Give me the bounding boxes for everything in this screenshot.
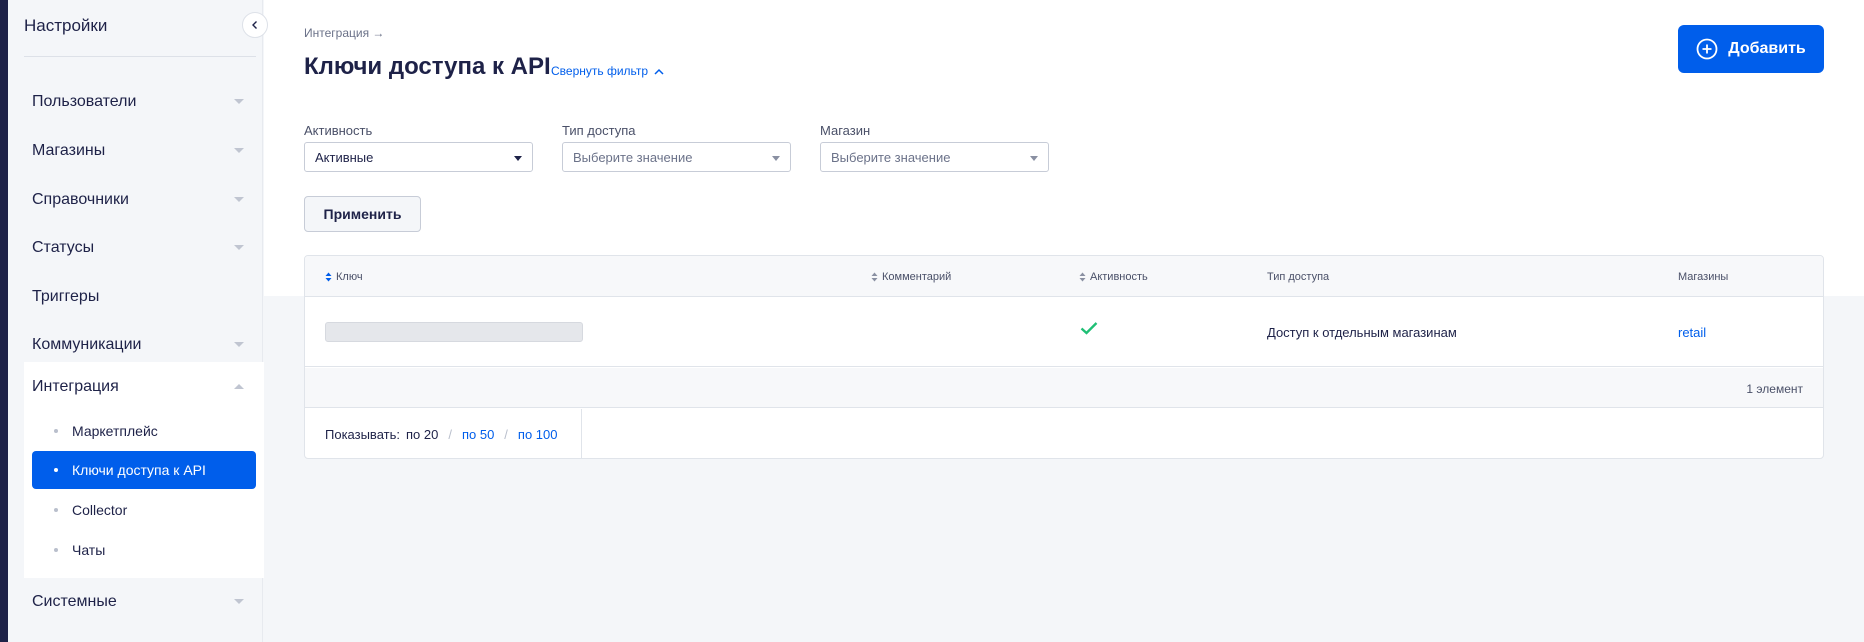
filter-access-type-label: Тип доступа — [562, 123, 636, 138]
sidebar-item-label: Статусы — [32, 239, 95, 256]
sidebar-item-label: Интеграция — [32, 378, 119, 395]
app-left-strip — [0, 0, 8, 642]
sidebar-item-directories[interactable]: Справочники — [24, 180, 256, 220]
filter-store-select[interactable]: Выберите значение — [820, 142, 1049, 172]
sidebar-item-communications[interactable]: Коммуникации — [24, 325, 256, 365]
add-button-label: Добавить — [1728, 40, 1806, 57]
sidebar-subitem-collector[interactable]: Collector — [32, 491, 256, 529]
chevron-down-icon — [234, 599, 244, 604]
sidebar-item-users[interactable]: Пользователи — [24, 82, 256, 122]
dropdown-arrow-icon — [514, 156, 522, 161]
sidebar-item-system[interactable]: Системные — [24, 582, 256, 622]
sidebar-item-label: Пользователи — [32, 93, 137, 110]
page-size-selector: Показывать: по 20 / по 50 / по 100 — [305, 409, 582, 458]
checkmark-icon — [1080, 322, 1098, 335]
column-header-stores: Магазины — [1678, 271, 1729, 283]
table-row[interactable]: Доступ к отдельным магазинам retail — [305, 297, 1823, 367]
api-keys-table: Ключ Комментарий Активность Тип доступа … — [304, 255, 1824, 459]
sidebar-item-label: Магазины — [32, 142, 106, 159]
chevron-down-icon — [234, 197, 244, 202]
sidebar-item-label: Справочники — [32, 191, 129, 208]
sidebar-subitem-label: Маркетплейс — [72, 423, 158, 439]
separator: / — [504, 427, 508, 442]
dropdown-arrow-icon — [772, 156, 780, 161]
chevron-left-icon — [252, 21, 257, 29]
chevron-up-icon — [234, 384, 244, 389]
page-size-option-20[interactable]: по 20 — [406, 427, 438, 442]
sidebar-subitem-label: Чаты — [72, 542, 106, 558]
separator: / — [448, 427, 452, 442]
table-header: Ключ Комментарий Активность Тип доступа … — [305, 256, 1823, 297]
cell-access-type: Доступ к отдельным магазинам — [1267, 325, 1457, 340]
chevron-down-icon — [234, 245, 244, 250]
filter-activity-label: Активность — [304, 123, 373, 138]
bullet-icon — [54, 508, 58, 512]
sidebar-item-label: Коммуникации — [32, 336, 142, 353]
column-header-access-type: Тип доступа — [1267, 271, 1330, 283]
sidebar-item-integration[interactable]: Интеграция — [24, 367, 256, 407]
sidebar-subitem-label: Collector — [72, 502, 128, 518]
column-header-comment[interactable]: Комментарий — [871, 271, 951, 283]
table-summary: 1 элемент — [305, 368, 1823, 408]
dropdown-arrow-icon — [1030, 156, 1038, 161]
chevron-down-icon — [234, 99, 244, 104]
sidebar-item-label: Системные — [32, 593, 117, 610]
filter-store-placeholder: Выберите значение — [831, 149, 951, 165]
sidebar-group-integration: Интеграция Маркетплейс Ключи доступа к A… — [24, 362, 264, 578]
masked-api-key — [325, 322, 583, 342]
collapse-filter-label: Свернуть фильтр — [551, 64, 649, 78]
sidebar-item-triggers[interactable]: Триггеры — [24, 277, 256, 317]
bullet-icon — [54, 468, 58, 472]
bullet-icon — [54, 548, 58, 552]
filter-activity-value: Активные — [315, 149, 374, 165]
plus-circle-icon — [1696, 38, 1718, 60]
chevron-down-icon — [234, 342, 244, 347]
settings-sidebar: Настройки Пользователи Магазины Справочн… — [8, 0, 264, 642]
page-size-option-50[interactable]: по 50 — [462, 427, 494, 442]
page-size-option-100[interactable]: по 100 — [518, 427, 558, 442]
bullet-icon — [54, 429, 58, 433]
sidebar-title: Настройки — [24, 16, 108, 35]
filter-store-label: Магазин — [820, 123, 871, 138]
filter-access-type-placeholder: Выберите значение — [573, 149, 693, 165]
items-count: 1 элемент — [1746, 382, 1803, 396]
breadcrumb[interactable]: Интеграция → — [304, 26, 384, 40]
chevron-up-icon — [654, 68, 664, 75]
sidebar-item-label: Триггеры — [32, 288, 100, 305]
sidebar-item-stores[interactable]: Магазины — [24, 131, 256, 171]
add-button[interactable]: Добавить — [1678, 25, 1824, 73]
page-title: Ключи доступа к API — [304, 53, 551, 80]
sidebar-subitem-chats[interactable]: Чаты — [32, 531, 256, 569]
cell-store-link[interactable]: retail — [1678, 325, 1706, 340]
collapse-filter-link[interactable]: Свернуть фильтр — [551, 64, 664, 78]
sidebar-item-statuses[interactable]: Статусы — [24, 228, 256, 268]
sort-icon — [325, 272, 332, 282]
column-header-key[interactable]: Ключ — [325, 271, 363, 283]
sidebar-divider — [24, 56, 256, 57]
sort-icon — [1079, 272, 1086, 282]
column-header-activity[interactable]: Активность — [1079, 271, 1148, 283]
sort-icon — [871, 272, 878, 282]
filter-activity-select[interactable]: Активные — [304, 142, 533, 172]
filter-access-type-select[interactable]: Выберите значение — [562, 142, 791, 172]
sidebar-subitem-label: Ключи доступа к API — [72, 462, 206, 478]
page-size-label: Показывать: — [325, 427, 400, 442]
sidebar-subitem-api-keys[interactable]: Ключи доступа к API — [32, 451, 256, 489]
chevron-down-icon — [234, 148, 244, 153]
sidebar-subitem-marketplace[interactable]: Маркетплейс — [32, 412, 256, 450]
apply-button[interactable]: Применить — [304, 196, 421, 232]
sidebar-collapse-button[interactable] — [242, 12, 268, 38]
